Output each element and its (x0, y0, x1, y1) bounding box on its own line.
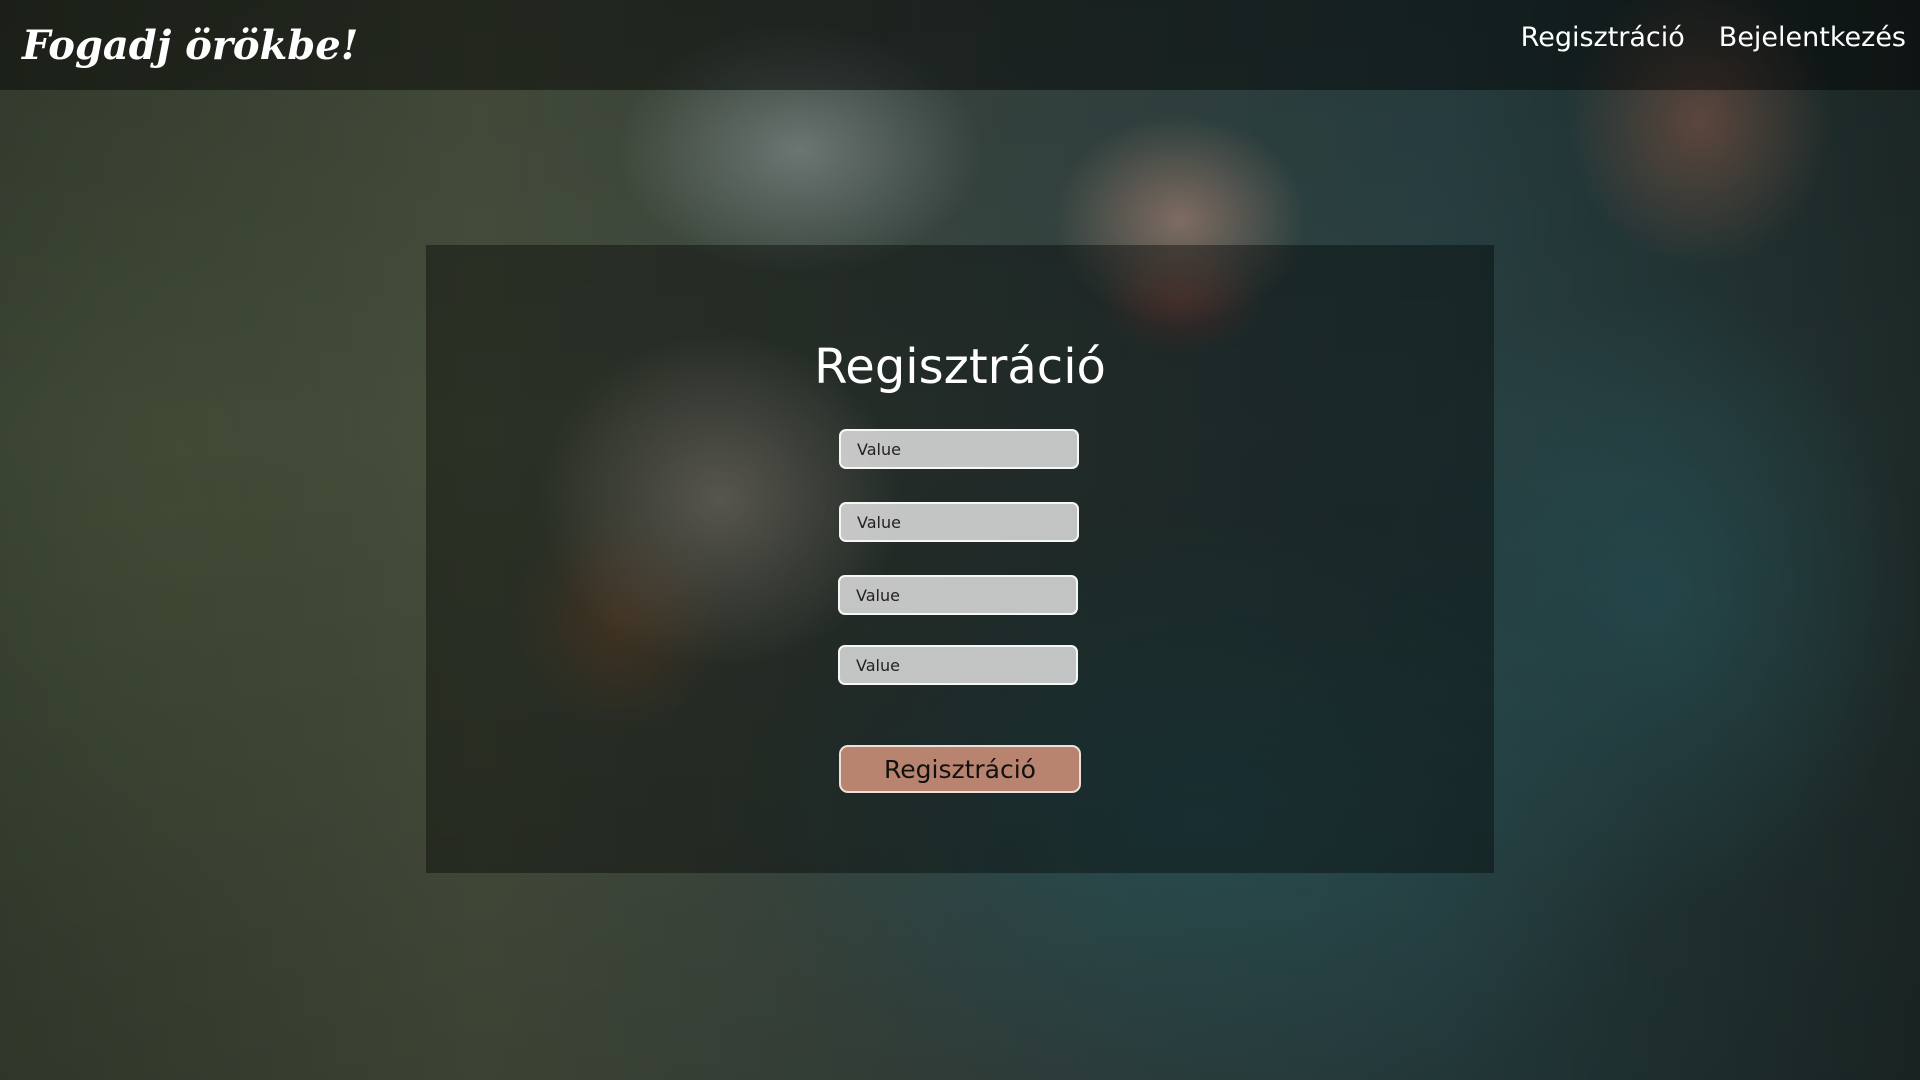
registration-field-1[interactable] (839, 429, 1079, 469)
page: Fogadj örökbe! Regisztráció Bejelentkezé… (0, 0, 1920, 1080)
registration-panel: Regisztráció Regisztráció (426, 245, 1494, 873)
registration-field-4[interactable] (838, 645, 1078, 685)
nav-links: Regisztráció Bejelentkezés (1521, 22, 1906, 53)
registration-field-2[interactable] (839, 502, 1079, 542)
registration-field-3[interactable] (838, 575, 1078, 615)
form-title: Regisztráció (814, 339, 1106, 396)
logo[interactable]: Fogadj örökbe! (22, 22, 358, 69)
top-navbar: Fogadj örökbe! Regisztráció Bejelentkezé… (0, 0, 1920, 90)
nav-login-link[interactable]: Bejelentkezés (1719, 22, 1906, 53)
register-submit-button[interactable]: Regisztráció (839, 745, 1081, 793)
nav-register-link[interactable]: Regisztráció (1521, 22, 1685, 53)
